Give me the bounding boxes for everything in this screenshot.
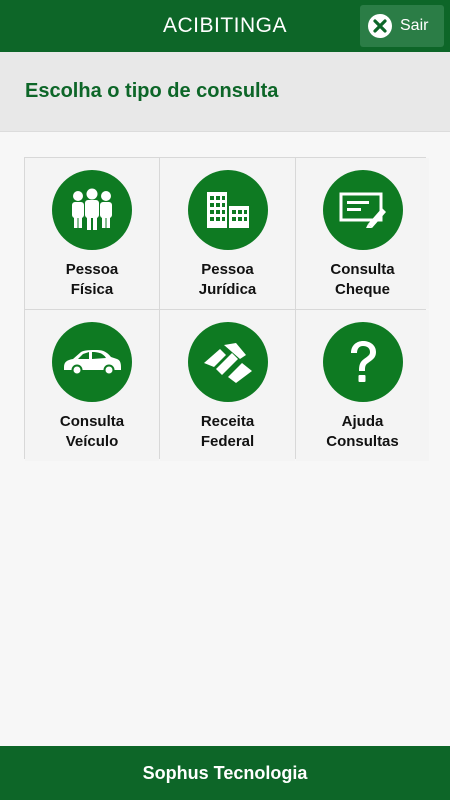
tile-consulta-veiculo[interactable]: Consulta Veículo (25, 310, 159, 461)
close-icon (368, 14, 392, 38)
tile-label-line2: Consultas (326, 433, 399, 450)
tile-label-line1: Consulta (59, 413, 125, 430)
tile-label-line1: Receita (200, 413, 255, 430)
tile-pessoa-fisica[interactable]: Pessoa Física (25, 158, 159, 309)
tile-ajuda-consultas[interactable]: Ajuda Consultas (296, 310, 429, 461)
app-title: ACIBITINGA (162, 14, 288, 37)
question-icon (322, 322, 403, 402)
buildings-icon (187, 170, 268, 250)
tile-label-line2: Cheque (334, 281, 390, 298)
receita-federal-icon (187, 322, 268, 402)
consulta-grid: Pessoa Física Pessoa Jurídica Consulta C… (24, 157, 429, 461)
tile-label-line1: Ajuda (341, 413, 384, 430)
people-icon (52, 170, 132, 250)
top-app-bar: ACIBITINGA Sair (0, 0, 450, 52)
check-icon (322, 170, 403, 250)
tile-label-line2: Veículo (65, 433, 119, 450)
tile-label-line2: Jurídica (198, 281, 257, 298)
tile-label-line2: Física (70, 281, 114, 298)
tile-pessoa-juridica[interactable]: Pessoa Jurídica (160, 158, 295, 309)
subheader: Escolha o tipo de consulta (0, 52, 450, 132)
exit-button-label: Sair (400, 17, 429, 34)
car-icon (52, 322, 132, 402)
tile-label-line1: Consulta (330, 261, 395, 278)
tile-consulta-cheque[interactable]: Consulta Cheque (296, 158, 429, 309)
tile-receita-federal[interactable]: Receita Federal (160, 310, 295, 461)
tile-label-line1: Pessoa (201, 261, 254, 278)
tile-label-line1: Pessoa (65, 261, 119, 278)
exit-button[interactable]: Sair (360, 5, 444, 47)
page-title: Escolha o tipo de consulta (25, 80, 279, 102)
footer: Sophus Tecnologia (0, 746, 450, 800)
footer-text: Sophus Tecnologia (142, 762, 308, 783)
tile-label-line2: Federal (200, 433, 255, 450)
